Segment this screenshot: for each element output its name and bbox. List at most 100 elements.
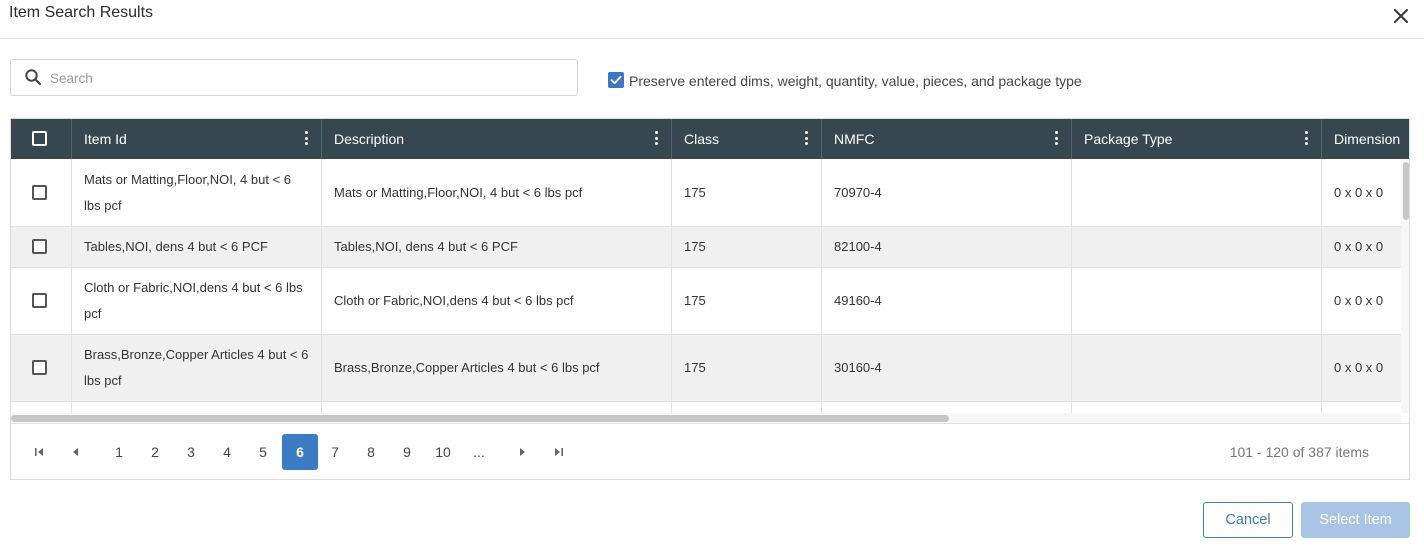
cell-text: Tables,NOI, dens 4 but < 6 PCF (84, 239, 268, 254)
column-label: Item Id (84, 131, 127, 147)
page-button[interactable]: 9 (389, 434, 425, 470)
table-row[interactable]: Cloth or Fabric,NOI,dens 4 but < 6 lbs p… (11, 268, 1401, 335)
cell-dimension: 0 x 0 x 0 (1322, 268, 1401, 334)
column-label: NMFC (834, 131, 875, 147)
column-label: Class (684, 131, 720, 147)
dialog-title: Item Search Results (9, 4, 154, 21)
cell-class: 175 (672, 159, 822, 226)
cell-text: 0 x 0 x 0 (1334, 239, 1384, 254)
search-input[interactable] (50, 68, 560, 88)
cell-text: Tables,NOI, dens 4 but < 6 PCF (334, 239, 518, 254)
cell-item-id (72, 402, 322, 413)
cell-nmfc (822, 402, 1072, 413)
column-label: Dimension (1334, 131, 1401, 147)
select-all-checkbox[interactable] (32, 131, 47, 146)
column-header-nmfc[interactable]: NMFC (822, 119, 1072, 159)
search-icon (24, 68, 42, 86)
last-page-icon[interactable] (541, 434, 577, 470)
page-button[interactable]: 10 (425, 434, 461, 470)
cell-item-id: Brass,Bronze,Copper Articles 4 but < 6 l… (72, 335, 322, 401)
search-box[interactable] (10, 59, 578, 96)
column-header-package-type[interactable]: Package Type (1072, 119, 1322, 159)
cell-class: 175 (672, 335, 822, 401)
cell-item-id: Mats or Matting,Floor,NOI, 4 but < 6 lbs… (72, 159, 322, 226)
cell-nmfc: 30160-4 (822, 335, 1072, 401)
page-button[interactable]: 7 (317, 434, 353, 470)
row-checkbox[interactable] (32, 293, 47, 308)
table-row[interactable]: Mats or Matting,Floor,NOI, 4 but < 6 lbs… (11, 159, 1401, 227)
row-select-cell (11, 159, 72, 226)
cell-text: Cloth or Fabric,NOI,dens 4 but < 6 lbs p… (334, 293, 574, 308)
vertical-scrollbar[interactable] (1401, 159, 1409, 413)
grid-header: Item Id Description Class NMFC Package T… (11, 119, 1409, 159)
cell-package-type (1072, 402, 1322, 413)
row-select-cell (11, 402, 72, 413)
cell-text: 0 x 0 x 0 (1334, 184, 1384, 200)
item-grid: Item Id Description Class NMFC Package T… (10, 118, 1410, 480)
cell-nmfc: 49160-4 (822, 268, 1072, 334)
table-row[interactable]: Brass,Bronze,Copper Articles 4 but < 6 l… (11, 335, 1401, 402)
column-header-class[interactable]: Class (672, 119, 822, 159)
cell-text: 70970-4 (834, 184, 882, 200)
kebab-menu-icon[interactable] (804, 131, 808, 147)
prev-page-icon[interactable] (57, 434, 93, 470)
row-checkbox[interactable] (32, 239, 47, 254)
grid-body: Mats or Matting,Floor,NOI, 4 but < 6 lbs… (11, 159, 1401, 413)
cell-text: 0 x 0 x 0 (1334, 360, 1384, 375)
cell-text: Mats or Matting,Floor,NOI, 4 but < 6 lbs… (334, 184, 583, 200)
cell-text: 175 (684, 239, 706, 254)
table-row[interactable] (11, 402, 1401, 413)
page-button[interactable]: 4 (209, 434, 245, 470)
page-button[interactable]: 1 (101, 434, 137, 470)
horizontal-scroll-thumb[interactable] (11, 415, 949, 422)
row-select-cell (11, 268, 72, 334)
first-page-icon[interactable] (21, 434, 57, 470)
column-label: Description (334, 131, 405, 147)
cell-text: Mats or Matting,Floor,NOI, 4 but < 6 lbs… (84, 171, 292, 213)
horizontal-scrollbar[interactable] (11, 413, 1401, 423)
row-checkbox[interactable] (32, 360, 47, 375)
page-button-current[interactable]: 6 (282, 434, 318, 470)
header-select-cell (11, 119, 72, 159)
kebab-menu-icon[interactable] (1054, 131, 1058, 147)
cell-item-id: Tables,NOI, dens 4 but < 6 PCF (72, 227, 322, 267)
next-page-icon[interactable] (505, 434, 541, 470)
pager: 1 2 3 4 5 6 7 8 9 10 ... 101 - 120 of 38… (11, 423, 1409, 479)
row-checkbox[interactable] (32, 184, 47, 200)
column-header-description[interactable]: Description (322, 119, 672, 159)
kebab-menu-icon[interactable] (1304, 131, 1308, 147)
cell-description: Brass,Bronze,Copper Articles 4 but < 6 l… (322, 335, 672, 401)
cell-dimension (1322, 402, 1401, 413)
preserve-label: Preserve entered dims, weight, quantity,… (629, 73, 1082, 89)
cell-description: Tables,NOI, dens 4 but < 6 PCF (322, 227, 672, 267)
column-header-item-id[interactable]: Item Id (72, 119, 322, 159)
select-item-button[interactable]: Select Item (1301, 502, 1410, 538)
column-label: Package Type (1084, 131, 1173, 147)
kebab-menu-icon[interactable] (304, 131, 308, 147)
cell-class: 175 (672, 227, 822, 267)
close-icon[interactable] (1390, 5, 1412, 27)
cell-class (672, 402, 822, 413)
page-ellipsis-button[interactable]: ... (461, 434, 497, 470)
page-button[interactable]: 3 (173, 434, 209, 470)
checkbox-checked-icon[interactable] (608, 72, 624, 88)
cancel-button[interactable]: Cancel (1203, 502, 1293, 538)
table-row[interactable]: Tables,NOI, dens 4 but < 6 PCF Tables,NO… (11, 227, 1401, 268)
cell-dimension: 0 x 0 x 0 (1322, 335, 1401, 401)
page-button[interactable]: 5 (245, 434, 281, 470)
page-button[interactable]: 2 (137, 434, 173, 470)
cell-text: Cloth or Fabric,NOI,dens 4 but < 6 lbs p… (84, 280, 303, 321)
cell-description: Mats or Matting,Floor,NOI, 4 but < 6 lbs… (322, 159, 672, 226)
cell-text: 175 (684, 360, 706, 375)
cell-text: Brass,Bronze,Copper Articles 4 but < 6 l… (84, 347, 309, 388)
vertical-scroll-thumb[interactable] (1403, 162, 1409, 220)
cell-package-type (1072, 335, 1322, 401)
cell-package-type (1072, 159, 1322, 226)
page-button[interactable]: 8 (353, 434, 389, 470)
cell-dimension: 0 x 0 x 0 (1322, 159, 1401, 226)
cell-package-type (1072, 227, 1322, 267)
cell-nmfc: 70970-4 (822, 159, 1072, 226)
column-header-dimension[interactable]: Dimension (1322, 119, 1409, 159)
cell-package-type (1072, 268, 1322, 334)
kebab-menu-icon[interactable] (654, 131, 658, 147)
